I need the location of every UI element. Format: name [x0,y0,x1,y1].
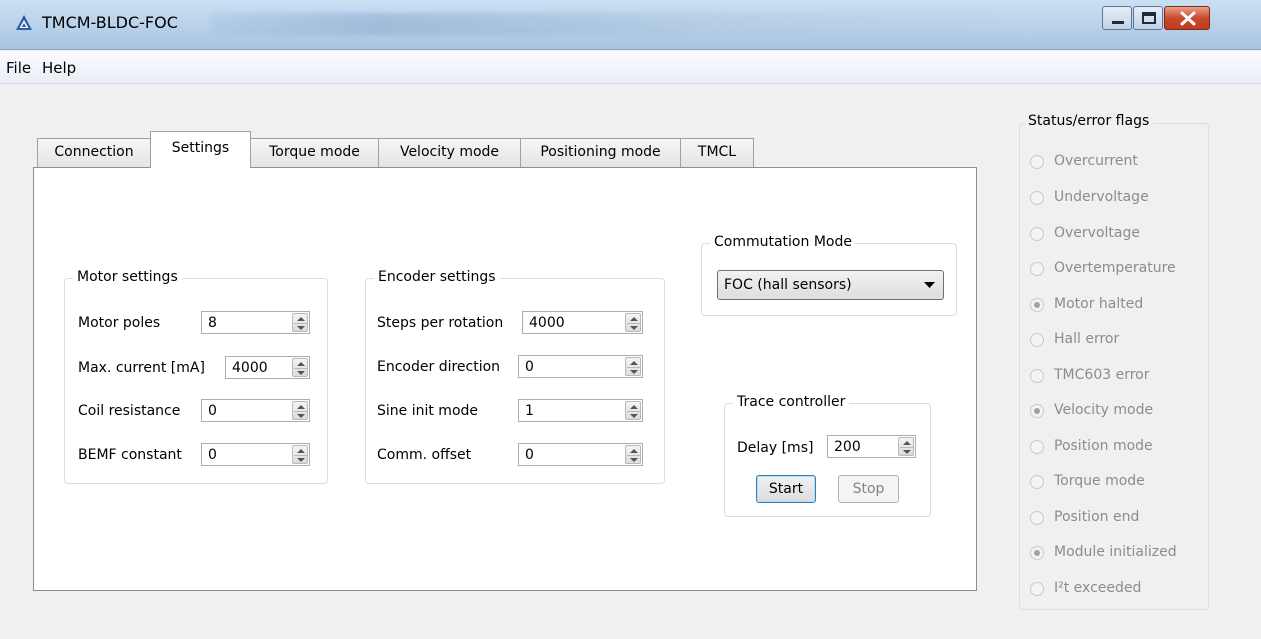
trace-controller-title: Trace controller [733,394,850,410]
delay-spinbox[interactable]: 200 [827,435,916,458]
motor-settings-group: Motor settings Motor poles 8 Max. curren… [64,269,328,484]
spin-arrows-icon[interactable] [625,357,641,376]
coil-resistance-spinbox[interactable]: 0 [201,399,310,422]
radio-indicator [1030,511,1044,525]
spin-arrows-icon[interactable] [292,358,308,377]
delay-label: Delay [ms] [737,440,814,456]
title-bar[interactable]: TMCM-BLDC-FOC [0,0,1261,50]
commutation-mode-title: Commutation Mode [710,234,856,250]
trace-controller-group: Trace controller Delay [ms] 200 Start St… [724,394,931,517]
radio-indicator [1030,262,1044,276]
comm-offset-label: Comm. offset [377,447,472,463]
status-error-flags-group: Status/error flags Overcurrent Undervolt… [1019,113,1209,610]
motor-poles-spinbox[interactable]: 8 [201,311,310,334]
max-current-spinbox[interactable]: 4000 [225,356,310,379]
spin-arrows-icon[interactable] [898,437,914,456]
steps-per-rotation-label: Steps per rotation [377,315,504,331]
encoder-settings-title: Encoder settings [374,269,500,285]
stop-button[interactable]: Stop [838,475,899,503]
settings-tab-panel: Motor settings Motor poles 8 Max. curren… [33,167,977,591]
spin-arrows-icon[interactable] [292,445,308,464]
close-button[interactable] [1164,6,1210,30]
maximize-icon [1142,12,1156,24]
tab-settings[interactable]: Settings [150,131,251,168]
steps-per-rotation-spinbox[interactable]: 4000 [522,311,643,334]
minimize-button[interactable] [1102,6,1132,30]
tab-tmcl[interactable]: TMCL [680,138,754,167]
menu-help[interactable]: Help [42,59,76,77]
blurred-taskbar-region [210,13,1040,35]
close-icon [1180,11,1196,26]
sine-init-mode-spinbox[interactable]: 1 [518,399,643,422]
motor-settings-title: Motor settings [73,269,182,285]
radio-indicator [1030,582,1044,596]
spin-arrows-icon[interactable] [625,445,641,464]
start-button[interactable]: Start [756,475,816,503]
tab-positioning-mode[interactable]: Positioning mode [520,138,681,167]
menu-file[interactable]: File [6,59,31,77]
commutation-mode-select[interactable]: FOC (hall sensors) [717,270,944,300]
spin-arrows-icon[interactable] [625,401,641,420]
window-title: TMCM-BLDC-FOC [42,13,178,32]
radio-indicator [1030,475,1044,489]
bemf-constant-spinbox[interactable]: 0 [201,443,310,466]
status-flags-title: Status/error flags [1024,113,1154,129]
radio-indicator [1030,333,1044,347]
encoder-direction-label: Encoder direction [377,359,501,375]
tab-connection[interactable]: Connection [37,138,151,167]
radio-indicator [1030,546,1044,560]
tab-velocity-mode[interactable]: Velocity mode [378,138,521,167]
comm-offset-spinbox[interactable]: 0 [518,443,643,466]
radio-indicator [1030,191,1044,205]
minimize-icon [1112,21,1124,24]
app-logo-icon [16,15,32,30]
radio-indicator [1030,404,1044,418]
radio-indicator [1030,155,1044,169]
radio-indicator [1030,369,1044,383]
menu-bar: File Help [0,51,1261,84]
motor-poles-label: Motor poles [78,315,161,331]
radio-indicator [1030,440,1044,454]
sine-init-mode-label: Sine init mode [377,403,479,419]
tab-torque-mode[interactable]: Torque mode [250,138,379,167]
bemf-constant-label: BEMF constant [78,447,182,463]
radio-indicator [1030,227,1044,241]
encoder-settings-group: Encoder settings Steps per rotation 4000… [365,269,665,484]
maximize-button[interactable] [1133,6,1163,30]
encoder-direction-spinbox[interactable]: 0 [518,355,643,378]
spin-arrows-icon[interactable] [292,401,308,420]
radio-indicator [1030,298,1044,312]
commutation-mode-group: Commutation Mode FOC (hall sensors) [701,234,957,316]
max-current-label: Max. current [mA] [78,360,205,376]
chevron-down-icon [924,282,935,288]
spin-arrows-icon[interactable] [625,313,641,332]
coil-resistance-label: Coil resistance [78,403,181,419]
spin-arrows-icon[interactable] [292,313,308,332]
